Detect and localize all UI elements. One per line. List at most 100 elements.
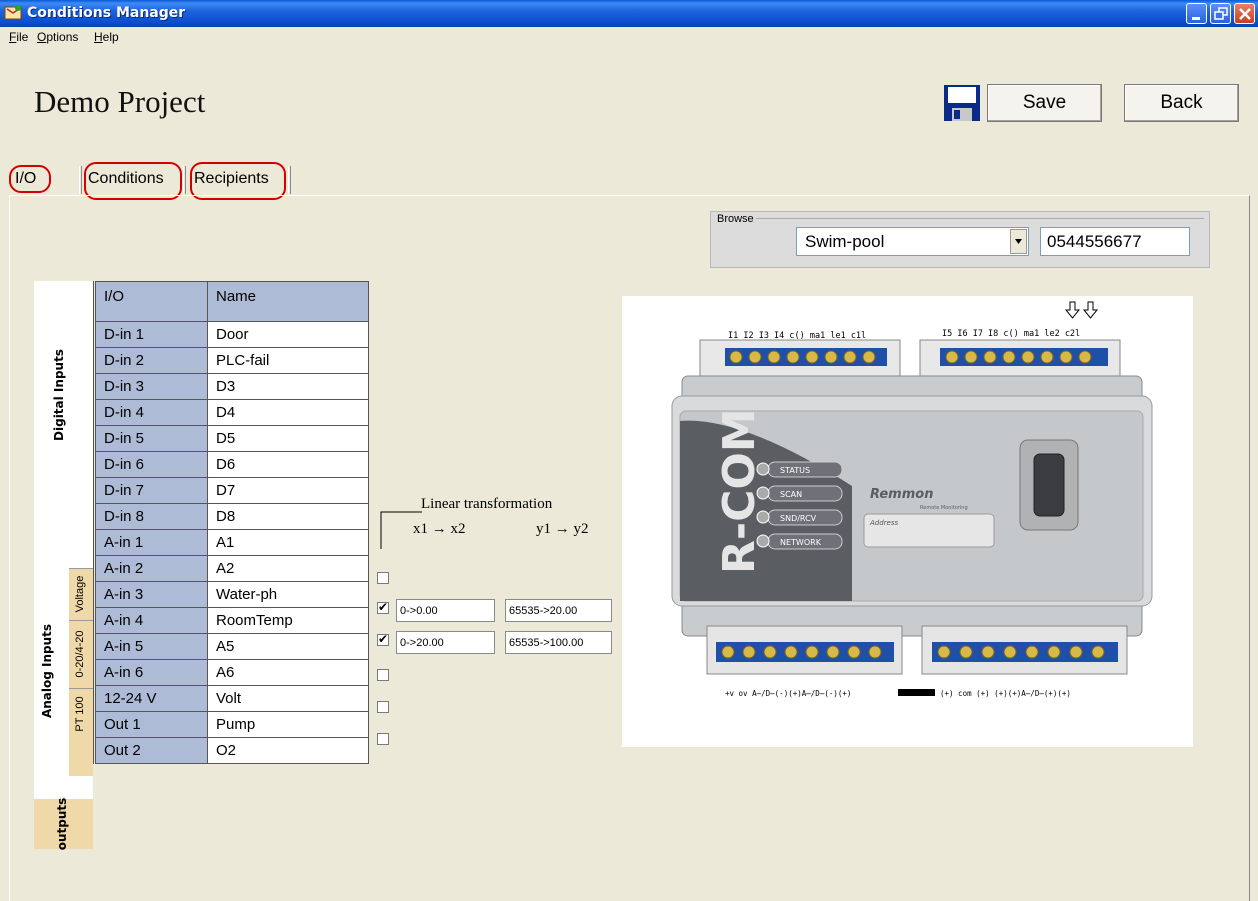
name-cell[interactable]: D5: [207, 425, 369, 452]
linear-checkbox[interactable]: [377, 701, 389, 713]
tab-io-highlight: [9, 165, 51, 193]
name-cell[interactable]: D4: [207, 399, 369, 426]
site-select[interactable]: Swim-pool: [796, 227, 1029, 256]
name-cell[interactable]: A1: [207, 529, 369, 556]
linear-transformation-title: Linear transformation: [421, 496, 553, 512]
tab-divider: [288, 166, 291, 194]
io-table: I/O Name D-in 1 Door D-in 2 PLC-fail D-in …: [93, 281, 369, 764]
pt100-label: PT 100: [74, 696, 86, 732]
table-header-row: I/O Name: [93, 281, 369, 322]
name-cell[interactable]: D6: [207, 451, 369, 478]
io-cell: D-in 1: [93, 321, 208, 348]
back-button[interactable]: Back: [1124, 84, 1239, 122]
table-row[interactable]: A-in 6 A6: [93, 659, 369, 686]
io-cell: A-in 4: [93, 607, 208, 634]
save-button[interactable]: Save: [987, 84, 1102, 122]
table-row[interactable]: A-in 2 A2: [93, 555, 369, 582]
menu-options[interactable]: Options: [37, 30, 78, 44]
current-range-label: 0-20/4-20: [74, 630, 86, 678]
digital-inputs-label: Digital Inputs: [52, 349, 66, 441]
led-label: NETWORK: [780, 538, 822, 547]
phone-field[interactable]: 0544556677: [1040, 227, 1190, 256]
linear-checkbox[interactable]: [377, 572, 389, 584]
maker-logo: Remmon: [870, 487, 933, 502]
table-row[interactable]: D-in 5 D5: [93, 425, 369, 452]
name-cell[interactable]: D7: [207, 477, 369, 504]
floppy-disk-icon[interactable]: [943, 84, 981, 122]
project-title: Demo Project: [34, 84, 206, 119]
table-row[interactable]: Out 2 O2: [93, 737, 369, 764]
linear-checkbox[interactable]: ✔: [377, 632, 389, 646]
menu-bar: File Options Help: [0, 27, 1258, 47]
x-range-field[interactable]: 0->20.00: [396, 631, 495, 654]
voltage-label: Voltage: [74, 575, 86, 613]
table-row[interactable]: D-in 3 D3: [93, 373, 369, 400]
check-icon: ✔: [378, 600, 389, 614]
y-range-field[interactable]: 65535->20.00: [505, 599, 612, 622]
table-row[interactable]: A-in 1 A1: [93, 529, 369, 556]
linear-checkbox[interactable]: [377, 669, 389, 681]
table-row[interactable]: Out 1 Pump: [93, 711, 369, 738]
name-cell[interactable]: A2: [207, 555, 369, 582]
y-range-field[interactable]: 65535->100.00: [505, 631, 612, 654]
name-cell[interactable]: D3: [207, 373, 369, 400]
name-cell[interactable]: RoomTemp: [207, 607, 369, 634]
table-row[interactable]: 12-24 V Volt: [93, 685, 369, 712]
io-cell: D-in 4: [93, 399, 208, 426]
name-cell[interactable]: PLC-fail: [207, 347, 369, 374]
led-label: SND/RCV: [780, 514, 817, 523]
io-cell: A-in 1: [93, 529, 208, 556]
dropdown-button[interactable]: [1010, 229, 1027, 254]
close-icon: [1239, 8, 1251, 20]
down-arrow-icon: [1064, 301, 1099, 319]
table-row[interactable]: D-in 8 D8: [93, 503, 369, 530]
io-column-header: I/O: [93, 281, 208, 322]
title-bar: Conditions Manager: [0, 0, 1258, 27]
minimize-icon: [1192, 17, 1200, 20]
address-label: Address: [869, 519, 899, 527]
linear-checkbox[interactable]: [377, 733, 389, 745]
bottom-right-terminal-labels: (+) com (+) (+)(+)A̶/D̶(+)(+): [940, 689, 1071, 698]
y-range-header: y1 → y2: [536, 521, 589, 537]
name-cell[interactable]: Water-ph: [207, 581, 369, 608]
io-cell: D-in 8: [93, 503, 208, 530]
name-cell[interactable]: A6: [207, 659, 369, 686]
x-range-field[interactable]: 0->0.00: [396, 599, 495, 622]
table-row[interactable]: A-in 3 Water-ph: [93, 581, 369, 608]
table-row[interactable]: A-in 5 A5: [93, 633, 369, 660]
menu-file[interactable]: File: [9, 30, 28, 44]
io-cell: D-in 6: [93, 451, 208, 478]
x-range-header: x1 → x2: [413, 521, 466, 537]
minimize-button[interactable]: [1186, 3, 1207, 24]
restore-icon: [1214, 7, 1228, 20]
io-cell: A-in 2: [93, 555, 208, 582]
name-cell[interactable]: Volt: [207, 685, 369, 712]
table-row[interactable]: A-in 4 RoomTemp: [93, 607, 369, 634]
led-label: SCAN: [780, 490, 802, 499]
name-cell[interactable]: A5: [207, 633, 369, 660]
analog-inputs-label: Analog Inputs: [40, 623, 54, 719]
io-cell: D-in 3: [93, 373, 208, 400]
window-title: Conditions Manager: [27, 5, 186, 21]
bottom-left-terminal-labels: +v ov A̶/D̶(-)(+)A̶/D̶(-)(+): [725, 689, 851, 698]
table-row[interactable]: D-in 4 D4: [93, 399, 369, 426]
io-cell: 12-24 V: [93, 685, 208, 712]
table-row[interactable]: D-in 7 D7: [93, 477, 369, 504]
table-row[interactable]: D-in 6 D6: [93, 451, 369, 478]
linear-checkbox[interactable]: ✔: [377, 600, 389, 614]
io-cell: D-in 2: [93, 347, 208, 374]
menu-help[interactable]: Help: [94, 30, 119, 44]
name-cell[interactable]: Pump: [207, 711, 369, 738]
restore-button[interactable]: [1210, 3, 1231, 24]
close-button[interactable]: [1234, 3, 1255, 24]
rcom-device-illustration: I1 I2 I3 I4 c() ma1 le1 c1l I5 I6 I7 I8 …: [671, 301, 1153, 698]
table-row[interactable]: D-in 2 PLC-fail: [93, 347, 369, 374]
outputs-label: outputs: [55, 797, 69, 851]
name-cell[interactable]: Door: [207, 321, 369, 348]
io-cell: D-in 7: [93, 477, 208, 504]
table-row[interactable]: D-in 1 Door: [93, 321, 369, 348]
name-column-header: Name: [207, 281, 369, 322]
io-cell: D-in 5: [93, 425, 208, 452]
name-cell[interactable]: O2: [207, 737, 369, 764]
name-cell[interactable]: D8: [207, 503, 369, 530]
